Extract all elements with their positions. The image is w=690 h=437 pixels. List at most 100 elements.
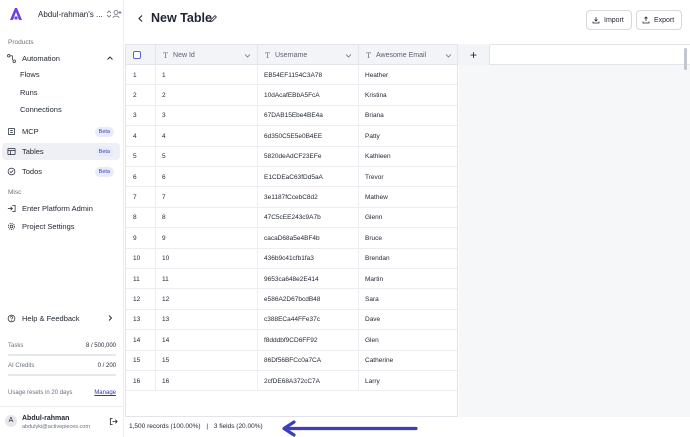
cell-new-id[interactable]: 16 [156,371,258,392]
row-number-cell[interactable]: 16 [126,371,156,392]
cell-awesome-email[interactable]: Glenn [359,208,457,228]
table-row[interactable]: 3 3 67DAB15Ebe4BE4a Briana [126,105,457,127]
cell-username[interactable]: 436b9c41cfb1fa3 [258,248,359,269]
cell-username[interactable]: 6d350C5E5e0B4EE [258,126,359,147]
cell-new-id[interactable]: 10 [156,248,258,269]
cell-username[interactable]: 9653ca648e2E414 [258,269,359,290]
table-row[interactable]: 5 5 5820deAdCF23EFe Kathleen [126,146,457,167]
account-menu[interactable]: A Abdul-rahman abdulyki@activepieces.com [0,406,124,437]
cell-awesome-email[interactable]: Kathleen [359,147,457,167]
cell-username[interactable]: c388ECa44FFe37c [258,309,359,331]
table-row[interactable]: 2 2 10dAcafEBbA5FcA Kristina [126,85,457,106]
cell-awesome-email[interactable]: Brendan [359,249,457,269]
row-number-cell[interactable]: 1 [126,65,156,86]
cell-awesome-email[interactable]: Dave [359,310,457,330]
row-number-cell[interactable]: 12 [126,289,156,310]
cell-username[interactable]: 67DAB15Ebe4BE4a [258,105,359,127]
cell-awesome-email[interactable]: Kristina [359,85,457,105]
chevron-down-icon[interactable] [445,52,452,59]
cell-new-id[interactable]: 4 [156,126,258,147]
help-feedback[interactable]: Help & Feedback [2,310,120,327]
cell-awesome-email[interactable]: Trevor [359,167,457,187]
table-row[interactable]: 4 4 6d350C5E5e0B4EE Patty [126,126,457,147]
column-header-new-id[interactable]: T New Id [156,45,258,65]
table-row[interactable]: 12 12 e586A2D67bcdB48 Sara [126,289,457,310]
cell-awesome-email[interactable]: Briana [359,106,457,126]
cell-new-id[interactable]: 15 [156,350,258,371]
row-number-cell[interactable]: 9 [126,228,156,249]
row-number-cell[interactable]: 6 [126,167,156,188]
cell-new-id[interactable]: 5 [156,146,258,167]
row-number-cell[interactable]: 3 [126,105,156,127]
cell-awesome-email[interactable]: Catherine [359,351,457,371]
cell-username[interactable]: e586A2D67bcdB48 [258,289,359,310]
sidebar-item-flows[interactable]: Flows [2,66,120,83]
cell-awesome-email[interactable]: Heather [359,65,457,85]
cell-username[interactable]: EB54EF1154C3A78 [258,65,359,86]
cell-username[interactable]: f8dddbf9CD6FF92 [258,330,359,351]
cell-username[interactable]: E1CDEaC63fDd5aA [258,167,359,188]
sidebar-item-automation[interactable]: Automation [2,50,120,67]
table-row[interactable]: 7 7 3e1187fCcebC8d2 Mathew [126,187,457,208]
table-row[interactable]: 15 15 86Df56BFCc0a7CA Catherine [126,350,457,371]
cell-awesome-email[interactable]: Martin [359,269,457,289]
chevron-down-icon[interactable] [244,52,251,59]
row-number-cell[interactable]: 13 [126,309,156,331]
table-row[interactable]: 1 1 EB54EF1154C3A78 Heather [126,65,457,86]
row-number-cell[interactable]: 8 [126,207,156,229]
sidebar-item-connections[interactable]: Connections [2,101,120,118]
table-row[interactable]: 16 16 2cfDE68A372cC7A Larry [126,371,457,392]
sidebar-item-project-settings[interactable]: Project Settings [2,218,120,235]
column-header-awesome-email[interactable]: T Awesome Email [359,45,457,65]
table-row[interactable]: 13 13 c388ECa44FFe37c Dave [126,309,457,331]
cell-awesome-email[interactable]: Sara [359,289,457,309]
cell-new-id[interactable]: 14 [156,330,258,351]
cell-awesome-email[interactable]: Patty [359,126,457,146]
row-number-cell[interactable]: 11 [126,269,156,290]
export-button[interactable]: Export [636,10,683,30]
sidebar-item-platform-admin[interactable]: Enter Platform Admin [2,200,120,217]
sidebar-item-runs[interactable]: Runs [2,84,120,101]
cell-username[interactable]: 2cfDE68A372cC7A [258,371,359,392]
select-all-checkbox[interactable] [133,51,141,59]
table-row[interactable]: 14 14 f8dddbf9CD6FF92 Glen [126,330,457,351]
cell-new-id[interactable]: 3 [156,105,258,127]
cell-new-id[interactable]: 2 [156,85,258,106]
cell-awesome-email[interactable]: Glen [359,330,457,350]
user-settings-icon[interactable] [112,9,122,19]
cell-new-id[interactable]: 1 [156,65,258,86]
cell-awesome-email[interactable]: Larry [359,371,457,391]
manage-link[interactable]: Manage [94,390,116,396]
cell-new-id[interactable]: 6 [156,167,258,188]
cell-username[interactable]: 86Df56BFCc0a7CA [258,350,359,371]
column-header-username[interactable]: T Username [258,45,359,65]
cell-new-id[interactable]: 8 [156,207,258,229]
cell-new-id[interactable]: 9 [156,228,258,249]
row-number-cell[interactable]: 5 [126,146,156,167]
cell-new-id[interactable]: 13 [156,309,258,331]
logout-icon[interactable] [109,417,118,426]
vertical-scrollbar[interactable] [684,48,687,70]
import-button[interactable]: Import [586,10,632,30]
table-row[interactable]: 11 11 9653ca648e2E414 Martin [126,269,457,290]
cell-username[interactable]: 10dAcafEBbA5FcA [258,85,359,106]
workspace-switcher[interactable]: Abdul-rahman's ... [8,5,122,23]
sidebar-item-mcp[interactable]: MCP Beta [2,123,120,140]
cell-username[interactable]: 3e1187fCcebC8d2 [258,187,359,208]
row-number-cell[interactable]: 2 [126,85,156,106]
pencil-icon[interactable] [209,14,218,23]
row-number-cell[interactable]: 14 [126,330,156,351]
sidebar-item-tables[interactable]: Tables Beta [2,143,120,160]
cell-awesome-email[interactable]: Bruce [359,228,457,248]
table-row[interactable]: 10 10 436b9c41cfb1fa3 Brendan [126,248,457,269]
row-number-cell[interactable]: 7 [126,187,156,208]
cell-awesome-email[interactable]: Mathew [359,187,457,207]
cell-new-id[interactable]: 7 [156,187,258,208]
cell-new-id[interactable]: 11 [156,269,258,290]
row-number-cell[interactable]: 4 [126,126,156,147]
row-number-cell[interactable]: 10 [126,248,156,269]
select-all-cell[interactable] [126,45,156,65]
table-row[interactable]: 8 8 47C5cEE243c9A7b Glenn [126,207,457,229]
cell-new-id[interactable]: 12 [156,289,258,310]
cell-username[interactable]: cacaD68a5e4BF4b [258,228,359,249]
